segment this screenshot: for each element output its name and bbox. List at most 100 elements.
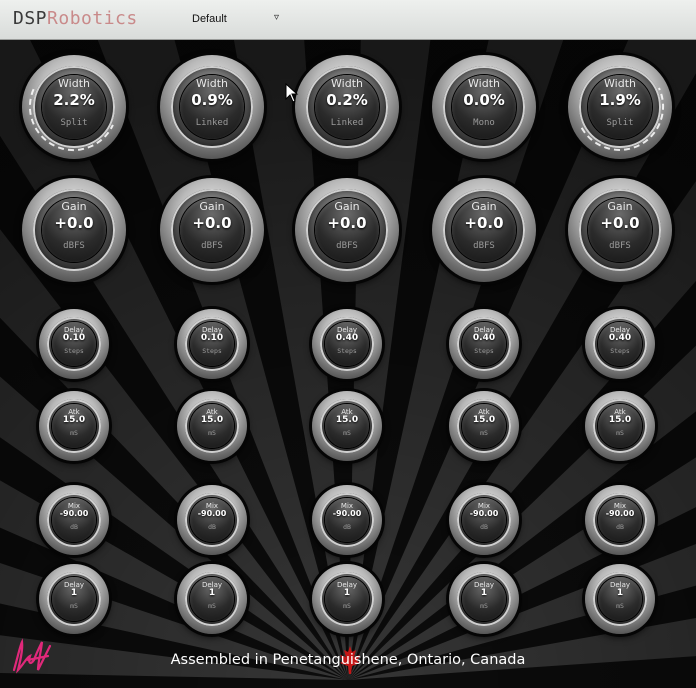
knob-value: 0.0% [463,90,505,109]
mouse-pointer-icon [285,83,299,103]
knob-label: Width [468,76,500,90]
knob-delay-ms[interactable]: Delay 1 mS [585,564,655,634]
knob-width[interactable]: Width 2.2% Split [16,49,132,165]
knob-label: Gain [61,199,87,213]
knob-grid: Width 2.2% Split Width 0.9% Linked Width 0.2% Li… [0,40,696,688]
knob-gain[interactable]: Gain +0.0 dBFS [568,178,672,282]
knob-unit: Split [606,117,634,128]
knob-value: 2.2% [53,90,95,109]
knob-unit: Steps [337,346,357,355]
knob-label: Gain [471,199,497,213]
knob-width[interactable]: Width 1.9% Split [562,49,678,165]
knob-unit: Steps [474,346,494,355]
knob-delay-steps[interactable]: Delay 0.10 Steps [39,309,109,379]
knob-value: 0.9% [191,90,233,109]
knob-value: -90.00 [197,509,227,518]
knob-delay-steps[interactable]: Delay 0.40 Steps [585,309,655,379]
knob-unit: mS [70,601,78,610]
knob-unit: Mono [473,117,495,128]
knob-label: Width [58,76,90,90]
knob-label: Gain [607,199,633,213]
knob-gain[interactable]: Gain +0.0 dBFS [22,178,126,282]
knob-value: +0.0 [192,213,232,232]
knob-value: -90.00 [469,509,499,518]
knob-gain[interactable]: Gain +0.0 dBFS [295,178,399,282]
knob-label: Gain [334,199,360,213]
knob-attack[interactable]: Atk 15.0 mS [177,391,247,461]
dropdown-arrow-icon: ▿ [274,12,280,23]
knob-unit: mS [208,601,216,610]
knob-unit: mS [480,428,488,437]
knob-unit: dBFS [201,240,223,251]
knob-unit: dBFS [473,240,495,251]
knob-attack[interactable]: Atk 15.0 mS [449,391,519,461]
knob-unit: mS [343,428,351,437]
plugin-window: DSPRobotics Default ▿ Width 2.2% Split Widt… [0,0,696,688]
control-panel: Width 2.2% Split Width 0.9% Linked Width 0.2% Li… [0,40,696,688]
knob-unit: dBFS [63,240,85,251]
knob-gain[interactable]: Gain +0.0 dBFS [160,178,264,282]
knob-unit: dB [616,522,624,531]
knob-delay-ms[interactable]: Delay 1 mS [177,564,247,634]
knob-label: Width [331,76,363,90]
knob-unit: Steps [610,346,630,355]
knob-value: 1 [208,587,216,598]
knob-unit: dB [480,522,488,531]
knob-label: Gain [199,199,225,213]
brand-robotics: Robotics [47,8,138,29]
knob-unit: mS [343,601,351,610]
knob-value: +0.0 [464,213,504,232]
knob-delay-ms[interactable]: Delay 1 mS [312,564,382,634]
knob-mix[interactable]: Mix -90.00 dB [312,485,382,555]
knob-value: 1 [480,587,488,598]
knob-delay-steps[interactable]: Delay 0.10 Steps [177,309,247,379]
knob-delay-steps[interactable]: Delay 0.40 Steps [449,309,519,379]
knob-attack[interactable]: Atk 15.0 mS [312,391,382,461]
knob-unit: mS [70,428,78,437]
knob-unit: Steps [202,346,222,355]
knob-mix[interactable]: Mix -90.00 dB [585,485,655,555]
knob-value: 1 [343,587,351,598]
knob-delay-ms[interactable]: Delay 1 mS [39,564,109,634]
knob-delay-ms[interactable]: Delay 1 mS [449,564,519,634]
footer-text: Assembled in Penetanguishene, Ontario, C… [170,652,526,668]
knob-unit: dB [70,522,78,531]
knob-unit: mS [616,601,624,610]
knob-unit: dBFS [609,240,631,251]
knob-mix[interactable]: Mix -90.00 dB [177,485,247,555]
knob-value: 15.0 [62,414,86,425]
knob-attack[interactable]: Atk 15.0 mS [585,391,655,461]
knob-value: 0.10 [62,332,86,343]
knob-value: 15.0 [608,414,632,425]
knob-width[interactable]: Width 0.9% Linked [160,55,264,159]
knob-unit: mS [208,428,216,437]
knob-value: 0.40 [335,332,359,343]
knob-mix[interactable]: Mix -90.00 dB [449,485,519,555]
knob-unit: mS [480,601,488,610]
knob-value: 0.40 [472,332,496,343]
knob-width[interactable]: Width 0.0% Mono [432,55,536,159]
knob-value: -90.00 [332,509,362,518]
top-bar: DSPRobotics Default ▿ [0,0,696,40]
knob-value: 1 [616,587,624,598]
knob-unit: Linked [195,117,229,128]
knob-value: -90.00 [605,509,635,518]
knob-label: Width [196,76,228,90]
knob-unit: mS [616,428,624,437]
knob-value: 1.9% [599,90,641,109]
knob-mix[interactable]: Mix -90.00 dB [39,485,109,555]
knob-delay-steps[interactable]: Delay 0.40 Steps [312,309,382,379]
knob-width[interactable]: Width 0.2% Linked [295,55,399,159]
knob-value: 15.0 [335,414,359,425]
knob-unit: Linked [330,117,364,128]
knob-value: -90.00 [59,509,89,518]
brand-dsp: DSP [13,8,48,29]
preset-dropdown[interactable]: Default ▿ [187,12,287,28]
knob-gain[interactable]: Gain +0.0 dBFS [432,178,536,282]
knob-value: +0.0 [327,213,367,232]
knob-unit: dBFS [336,240,358,251]
knob-attack[interactable]: Atk 15.0 mS [39,391,109,461]
knob-unit: dB [208,522,216,531]
knob-value: 0.2% [326,90,368,109]
knob-value: 15.0 [472,414,496,425]
